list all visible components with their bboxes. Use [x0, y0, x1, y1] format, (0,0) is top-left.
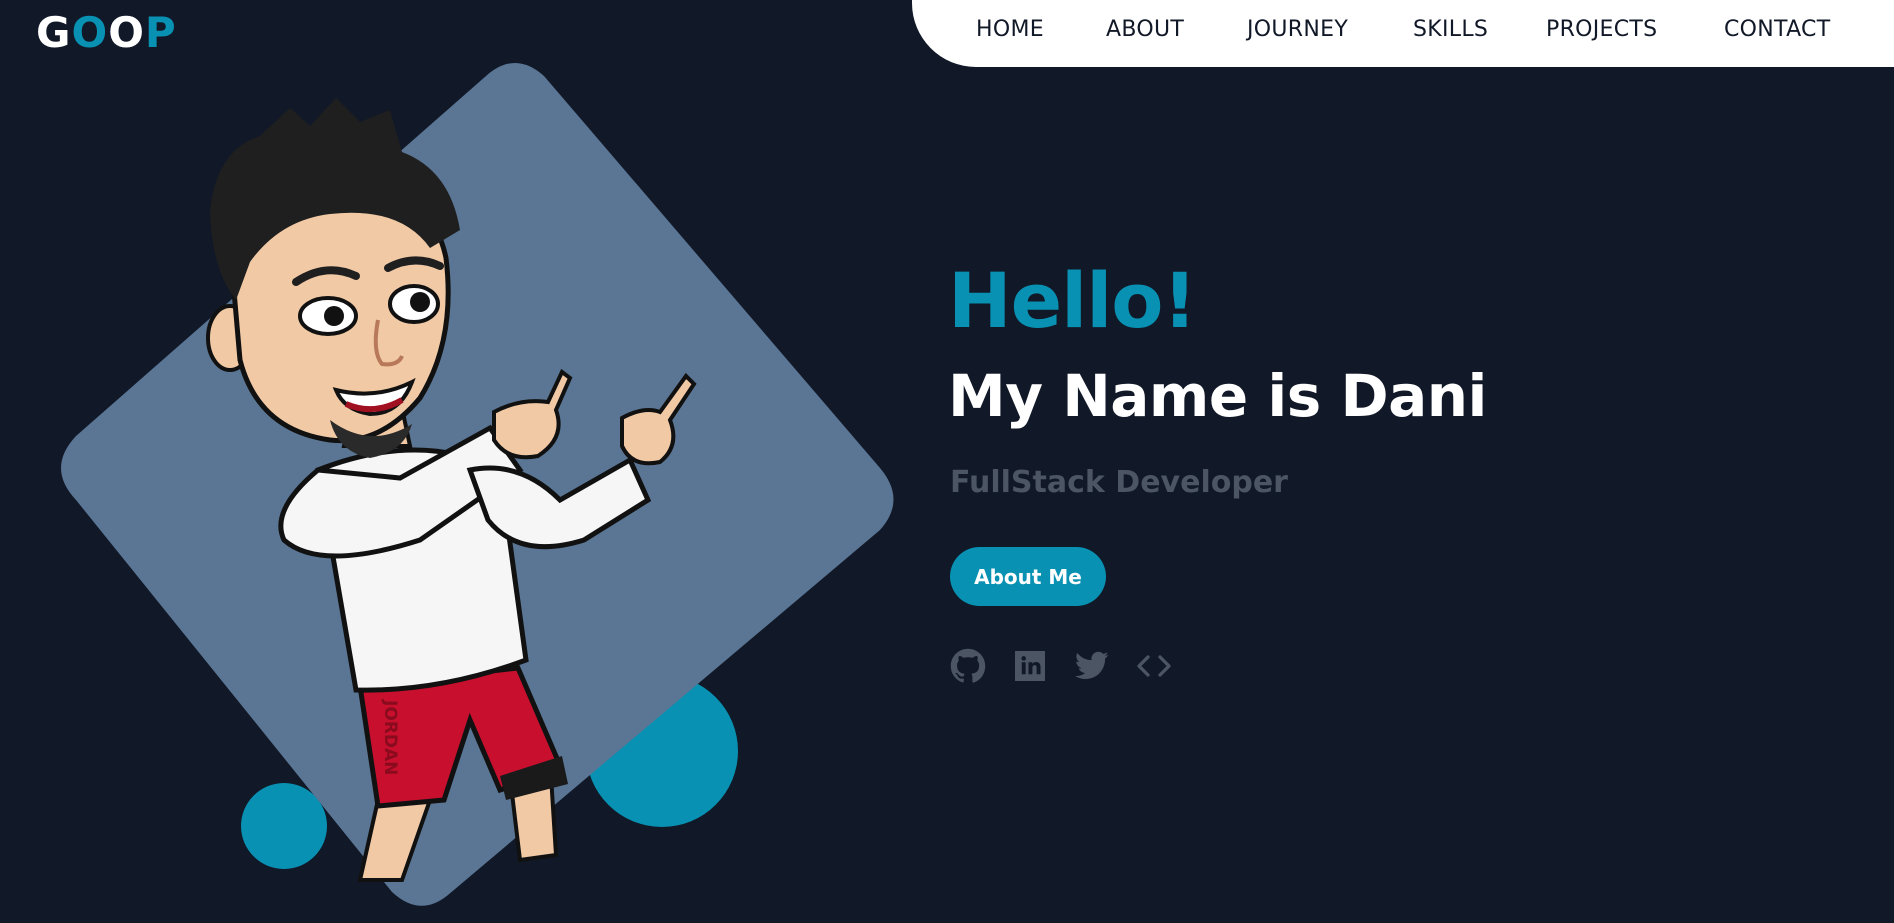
github-icon	[950, 648, 986, 683]
shorts-lettering: JORDAN	[380, 699, 400, 775]
nav-home[interactable]: HOME	[976, 17, 1044, 42]
about-me-button[interactable]: About Me	[950, 547, 1106, 606]
twitter-link[interactable]	[1074, 648, 1110, 684]
github-link[interactable]	[950, 648, 986, 684]
linkedin-link[interactable]	[1012, 648, 1048, 684]
hero-greeting: Hello!	[948, 256, 1197, 345]
linkedin-icon	[1015, 651, 1045, 681]
hero-name: My Name is Dani	[948, 362, 1487, 430]
hero-illustration: JORDAN	[61, 63, 894, 906]
code-link[interactable]	[1136, 648, 1172, 684]
code-icon	[1137, 655, 1171, 677]
hero-role: FullStack Developer	[950, 465, 1288, 500]
twitter-icon	[1074, 651, 1109, 680]
accent-circle-small	[241, 783, 327, 869]
nav-contact[interactable]: CONTACT	[1724, 17, 1830, 42]
nav-about[interactable]: ABOUT	[1106, 17, 1184, 42]
nav-projects[interactable]: PROJECTS	[1546, 17, 1657, 42]
nav-journey[interactable]: JOURNEY	[1247, 17, 1348, 42]
nav-skills[interactable]: SKILLS	[1413, 17, 1488, 42]
top-nav: HOME ABOUT JOURNEY SKILLS PROJECTS CONTA…	[912, 0, 1894, 67]
